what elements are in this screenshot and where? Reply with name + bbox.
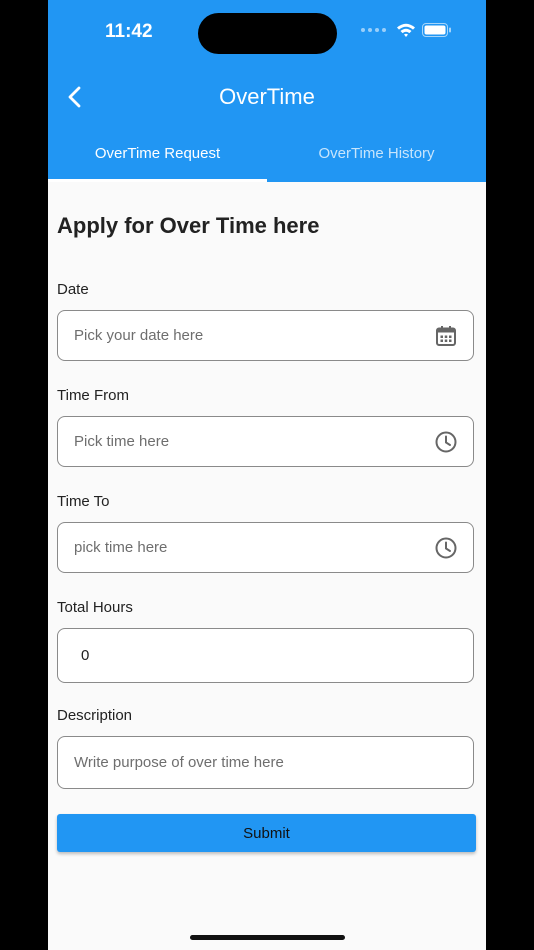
- battery-icon: [422, 23, 451, 37]
- description-input[interactable]: [74, 737, 434, 788]
- time-to-input[interactable]: [74, 523, 434, 572]
- time-to-label: Time To: [57, 493, 110, 510]
- status-time: 11:42: [105, 21, 153, 42]
- time-to-field[interactable]: [57, 522, 474, 573]
- tab-overtime-request[interactable]: OverTime Request: [48, 136, 267, 182]
- date-label: Date: [57, 281, 89, 298]
- total-hours-input[interactable]: [81, 629, 441, 682]
- app-bar: 11:42 OverTime OverTime Request OverTime…: [48, 0, 486, 182]
- submit-button[interactable]: Submit: [57, 814, 476, 852]
- clock-icon[interactable]: [434, 430, 458, 454]
- signal-icon: [361, 28, 386, 32]
- home-indicator: [190, 935, 345, 940]
- date-input[interactable]: [74, 311, 434, 360]
- wifi-icon: [397, 23, 415, 37]
- calendar-icon[interactable]: [434, 324, 458, 348]
- phone-screen: 11:42 OverTime OverTime Request OverTime…: [48, 0, 486, 950]
- page-title: OverTime: [219, 84, 315, 109]
- date-field[interactable]: [57, 310, 474, 361]
- description-field[interactable]: [57, 736, 474, 789]
- form-heading: Apply for Over Time here: [57, 213, 320, 238]
- dynamic-island: [198, 13, 337, 54]
- tab-bar: OverTime Request OverTime History: [48, 136, 486, 182]
- clock-icon[interactable]: [434, 536, 458, 560]
- time-from-input[interactable]: [74, 417, 434, 466]
- status-icons: [361, 22, 452, 38]
- description-label: Description: [57, 707, 133, 724]
- total-hours-field[interactable]: [57, 628, 474, 683]
- tab-overtime-history[interactable]: OverTime History: [267, 136, 486, 182]
- time-from-field[interactable]: [57, 416, 474, 467]
- time-from-label: Time From: [57, 387, 129, 404]
- total-hours-label: Total Hours: [57, 599, 133, 616]
